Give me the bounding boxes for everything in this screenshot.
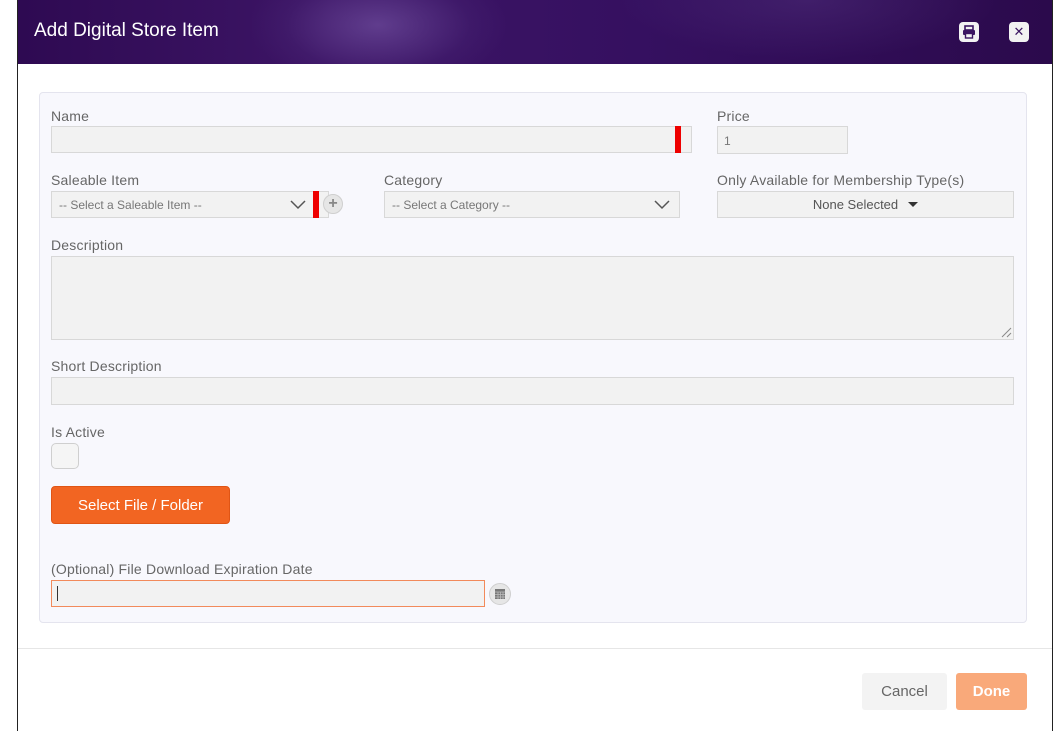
add-digital-store-item-dialog: Add Digital Store Item ✕ Name Price 1 Sa… <box>17 0 1053 731</box>
category-selected: -- Select a Category -- <box>392 198 511 212</box>
required-marker <box>313 191 319 218</box>
cancel-button[interactable]: Cancel <box>862 673 947 710</box>
saleable-item-label: Saleable Item <box>51 172 140 188</box>
calendar-icon <box>495 589 505 599</box>
description-label: Description <box>51 237 124 253</box>
category-select[interactable]: -- Select a Category -- <box>384 191 680 218</box>
caret-down-icon <box>908 202 919 207</box>
header-decoration <box>618 0 998 60</box>
short-description-label: Short Description <box>51 358 162 374</box>
required-marker <box>675 126 681 153</box>
expiration-label: (Optional) File Download Expiration Date <box>51 561 313 577</box>
is-active-checkbox[interactable] <box>51 443 79 469</box>
membership-label: Only Available for Membership Type(s) <box>717 172 965 188</box>
price-value: 1 <box>724 134 731 148</box>
plus-icon: + <box>328 195 338 212</box>
calendar-button[interactable] <box>489 583 511 605</box>
dialog-title: Add Digital Store Item <box>34 20 219 41</box>
membership-multiselect[interactable]: None Selected <box>717 191 1014 218</box>
category-label: Category <box>384 172 443 188</box>
chevron-down-icon <box>654 200 670 210</box>
close-button[interactable]: ✕ <box>1009 22 1029 42</box>
print-icon <box>963 25 975 39</box>
header-decoration <box>248 0 508 64</box>
saleable-item-selected: -- Select a Saleable Item -- <box>59 198 202 212</box>
chevron-down-icon <box>290 200 306 210</box>
price-input[interactable]: 1 <box>717 126 848 154</box>
dialog-header: Add Digital Store Item ✕ <box>18 0 1052 64</box>
add-saleable-item-button[interactable]: + <box>323 194 343 214</box>
price-label: Price <box>717 108 750 124</box>
done-button[interactable]: Done <box>956 673 1027 710</box>
membership-selected: None Selected <box>812 197 899 212</box>
print-button[interactable] <box>959 22 979 42</box>
name-input[interactable] <box>51 126 692 153</box>
text-cursor <box>57 586 58 601</box>
footer-divider <box>18 648 1052 649</box>
expiration-date-input[interactable] <box>51 580 485 607</box>
is-active-label: Is Active <box>51 424 105 440</box>
short-description-input[interactable] <box>51 377 1014 405</box>
select-file-button[interactable]: Select File / Folder <box>51 486 230 524</box>
resize-handle-icon[interactable] <box>1000 326 1012 338</box>
name-label: Name <box>51 108 90 124</box>
close-icon: ✕ <box>1013 24 1025 39</box>
saleable-item-select[interactable]: -- Select a Saleable Item -- <box>51 191 329 218</box>
description-textarea[interactable] <box>51 256 1014 340</box>
